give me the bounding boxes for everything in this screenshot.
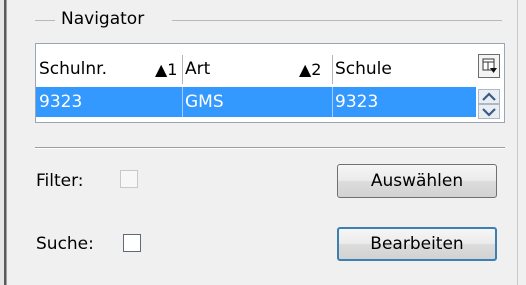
navigator-title: Navigator: [61, 9, 145, 29]
column-header-schule[interactable]: Schule: [335, 55, 392, 84]
chevron-down-icon: [482, 108, 496, 117]
search-label: Suche:: [36, 234, 94, 254]
scroll-down-button[interactable]: [478, 104, 500, 119]
column-chooser-icon: [482, 58, 497, 73]
grid-header: Schulnr. ▲1 Art ▲2 Schule: [36, 55, 476, 84]
cell-separator: [332, 87, 333, 117]
splitter-bar-shadow: [6, 0, 7, 285]
scroll-up-button[interactable]: [478, 89, 500, 104]
panel-right-border: [517, 0, 518, 285]
cell-schulnr: 9323: [39, 92, 83, 112]
cell-art: GMS: [185, 92, 224, 112]
cell-schule: 9323: [335, 92, 379, 112]
groupbox-border: [35, 20, 55, 21]
search-checkbox[interactable]: [123, 234, 141, 252]
column-header-schulnr[interactable]: Schulnr.: [39, 55, 107, 84]
cell-separator: [182, 87, 183, 117]
column-separator[interactable]: [332, 55, 333, 84]
sort-indicator-icon: ▲1: [155, 60, 178, 79]
edit-button[interactable]: Bearbeiten: [337, 227, 497, 261]
sort-indicator-icon: ▲2: [299, 60, 322, 79]
select-button[interactable]: Auswählen: [337, 164, 497, 198]
table-row[interactable]: 9323 GMS 9323: [36, 87, 476, 117]
column-chooser-button[interactable]: [478, 54, 500, 78]
navigator-grid[interactable]: Schulnr. ▲1 Art ▲2 Schule 9323 GMS 9323: [35, 43, 505, 123]
filter-label: Filter:: [36, 171, 84, 191]
groupbox-border: [172, 20, 502, 21]
chevron-up-icon: [482, 92, 496, 101]
column-separator[interactable]: [182, 55, 183, 84]
divider-highlight: [35, 148, 505, 149]
filter-checkbox[interactable]: [120, 170, 138, 188]
column-header-art[interactable]: Art: [185, 55, 210, 84]
